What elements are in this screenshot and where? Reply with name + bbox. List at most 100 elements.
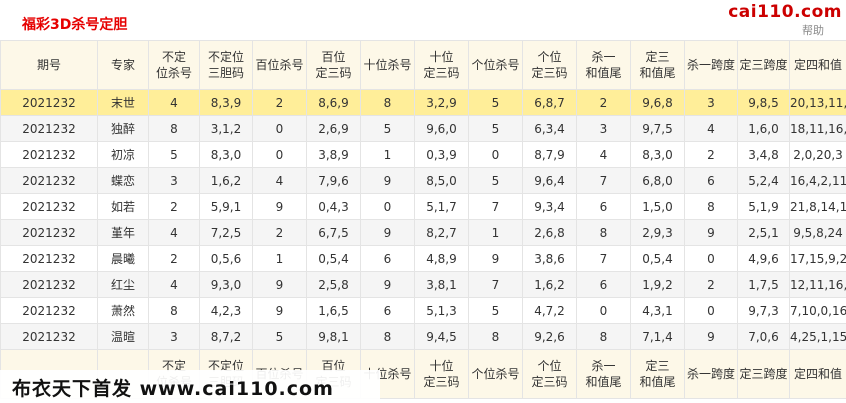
table-cell: 2021232 [0,193,98,220]
table-cell: 2021232 [0,323,98,350]
table-cell: 7,0,6 [737,323,790,350]
table-cell: 红尘 [97,271,149,298]
table-cell: 9,6,8 [630,89,685,116]
table-cell: 9,6,4 [522,167,577,194]
column-header: 杀一跨度 [684,40,738,90]
column-header: 不定位杀号 [148,40,200,90]
table-row: 2021232 如若 2 5,9,1 9 0,4,3 0 5,1,7 7 9,3,4 6 1,5,0 8… [0,193,846,220]
help-link[interactable]: 帮助 [802,22,824,38]
table-cell: 8,3,0 [630,141,685,168]
table-cell: 6,7,5 [306,219,361,246]
table-cell: 7 [468,271,523,298]
table-cell: 9,3,4 [522,193,577,220]
table-cell: 1,6,0 [737,115,790,142]
table-cell: 9,7,5 [630,115,685,142]
column-header: 十位 定三码 [414,349,469,399]
column-header: 杀一 和值尾 [576,349,631,399]
table-cell: 9,7,3 [737,297,790,324]
table-cell: 0,5,4 [630,245,685,272]
table-cell: 8 [148,115,200,142]
table-cell: 8 [148,297,200,324]
table-cell: 6,8,0 [630,167,685,194]
column-header: 定三跨度 [737,40,790,90]
column-header: 个位杀号 [468,349,523,399]
column-header: 定三 和值尾 [630,349,685,399]
table-cell: 12,11,16,8 [789,271,846,298]
table-cell: 5 [468,115,523,142]
table-cell: 5 [148,141,200,168]
table-cell: 2,0,20,3 [789,141,846,168]
table-cell: 2 [148,193,200,220]
table-cell: 4,3,1 [630,297,685,324]
table-cell: 3,8,9 [306,141,361,168]
table-cell: 9,3,0 [199,271,253,298]
table-cell: 2,6,8 [522,219,577,246]
table-row: 2021232 蝶恋 3 1,6,2 4 7,9,6 9 8,5,0 5 9,6,4 7 6,8,0 6… [0,167,846,194]
table-cell: 0,4,3 [306,193,361,220]
table-cell: 7,10,0,16 [789,297,846,324]
table-cell: 2 [684,271,738,298]
table-row: 2021232 初凉 5 8,3,0 0 3,8,9 1 0,3,9 0 8,7,9 4 8,3,0 2… [0,141,846,168]
table-cell: 9,8,5 [737,89,790,116]
table-cell: 2021232 [0,245,98,272]
table-cell: 2,5,8 [306,271,361,298]
table-cell: 5,2,4 [737,167,790,194]
table-row: 2021232 萧然 8 4,2,3 9 1,6,5 6 5,1,3 5 4,7,2 0 4,3,1 0… [0,297,846,324]
table-cell: 8,2,7 [414,219,469,246]
table-cell: 2,6,9 [306,115,361,142]
table-cell: 4 [148,89,200,116]
table-cell: 0,5,6 [199,245,253,272]
column-header: 个位 定三码 [522,40,577,90]
table-cell: 1,6,2 [199,167,253,194]
table-cell: 3,2,9 [414,89,469,116]
table-cell: 9 [684,219,738,246]
table-cell: 1,7,5 [737,271,790,298]
table-cell: 4 [148,271,200,298]
table-cell: 0 [252,115,307,142]
table-cell: 2021232 [0,115,98,142]
table-body: 期号 专家 不定 位杀号 不定位 三胆码 百位杀号 百位 定三码 十位杀号 十位 定三码 个位杀号 个位定… [0,40,846,399]
watermark-text: 布衣天下首发 www.cai110.com [12,378,334,400]
column-header: 专家 [97,40,149,90]
table-cell: 2021232 [0,219,98,246]
table-cell: 1 [252,245,307,272]
table-cell: 0,5,4 [306,245,361,272]
table-cell: 18,11,16,2 [789,115,846,142]
table-cell: 4,25,1,15 [789,323,846,350]
table-row: 2021232 温暄 3 8,7,2 5 9,8,1 8 9,4,5 8 9,2,6 8 7,1,4 9… [0,323,846,350]
column-header: 百位定三码 [306,40,361,90]
table-cell: 9 [468,245,523,272]
table-row: 2021232 堇年 4 7,2,5 2 6,7,5 9 8,2,7 1 2,6,8 8 2,9,3 9… [0,219,846,246]
table-cell: 3 [684,89,738,116]
table-cell: 20,13,11,8 [789,89,846,116]
table-cell: 7,9,6 [306,167,361,194]
table-cell: 5,1,9 [737,193,790,220]
column-header: 期号 [0,40,98,90]
table-cell: 9 [684,323,738,350]
table-cell: 5 [252,323,307,350]
table-cell: 7 [468,193,523,220]
table-cell: 4,7,2 [522,297,577,324]
column-header: 十位 定三码 [414,40,469,90]
table-cell: 2021232 [0,89,98,116]
table-cell: 0 [252,141,307,168]
table-row: 2021232 晨曦 2 0,5,6 1 0,5,4 6 4,8,9 9 3,8,6 7 0,5,4 0… [0,245,846,272]
table-cell: 6 [576,193,631,220]
table-cell: 9 [252,297,307,324]
page-title: 福彩3D杀号定胆 [22,17,128,33]
table-cell: 9,2,6 [522,323,577,350]
table-cell: 7 [576,245,631,272]
table-cell: 0 [360,193,415,220]
table-cell: 3,4,8 [737,141,790,168]
table-cell: 16,4,2,11 [789,167,846,194]
table-cell: 5 [468,297,523,324]
table-cell: 21,8,14,10 [789,193,846,220]
table-cell: 2 [576,89,631,116]
table-cell: 1,9,2 [630,271,685,298]
table-cell: 8 [360,323,415,350]
table-cell: 2 [684,141,738,168]
site-logo[interactable]: cai110.com [728,2,842,22]
table-cell: 7,1,4 [630,323,685,350]
table-row: 2021232 末世 4 8,3,9 2 8,6,9 8 3,2,9 5 6,8,7 2 9,6,8 3… [0,89,846,116]
table-cell: 8,3,9 [199,89,253,116]
